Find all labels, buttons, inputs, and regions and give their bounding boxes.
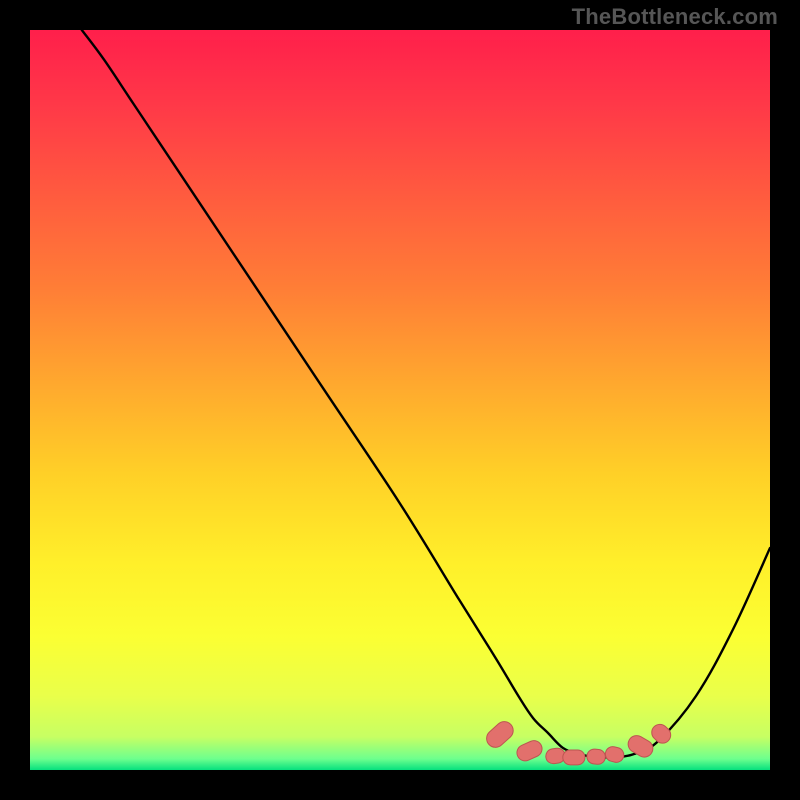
- gradient-bg: [30, 30, 770, 770]
- watermark-text: TheBottleneck.com: [572, 4, 778, 30]
- chart-svg: [30, 30, 770, 770]
- plot-area: [30, 30, 770, 770]
- optimal-marker: [563, 750, 585, 765]
- chart-frame: TheBottleneck.com: [0, 0, 800, 800]
